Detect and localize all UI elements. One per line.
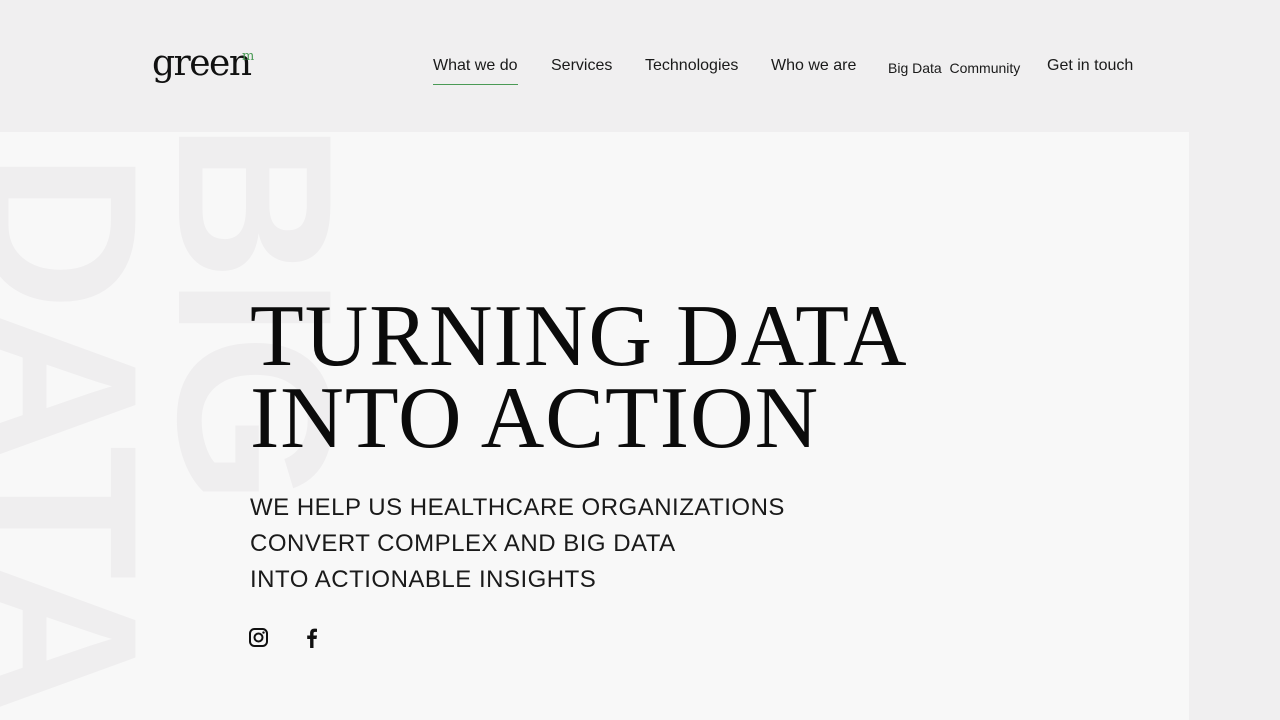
headline-line-2: INTO ACTION <box>250 370 820 467</box>
background-word-data: DATA <box>0 152 183 715</box>
nav-big-data-community[interactable]: Big Data Community <box>888 58 1020 78</box>
nav-what-we-do[interactable]: What we do <box>433 56 519 85</box>
logo-superscript: m <box>242 49 255 64</box>
subheadline-line-2: CONVERT COMPLEX AND BIG DATA <box>250 530 676 557</box>
site-header: green m What we do Services Technologies… <box>0 0 1280 132</box>
subheadline-line-1: WE HELP US HEALTHCARE ORGANIZATIONS <box>250 494 785 521</box>
nav-technologies[interactable]: Technologies <box>645 56 738 76</box>
nav-services[interactable]: Services <box>551 56 612 76</box>
facebook-icon[interactable] <box>301 627 323 649</box>
logo[interactable]: green <box>152 46 252 82</box>
subheadline-line-3: INTO ACTIONABLE INSIGHTS <box>250 566 597 593</box>
nav-who-we-are[interactable]: Who we are <box>771 56 856 76</box>
nav-get-in-touch[interactable]: Get in touch <box>1047 56 1133 76</box>
instagram-icon[interactable] <box>248 627 270 649</box>
hero-headline: TURNING DATA INTO ACTION <box>250 293 908 463</box>
